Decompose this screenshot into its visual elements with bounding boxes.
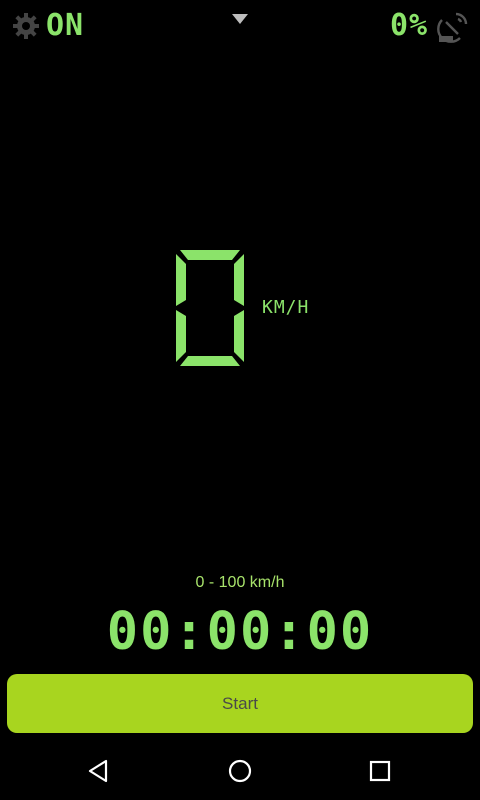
acceleration-timer: 00:00:00 bbox=[106, 602, 374, 662]
gear-icon[interactable] bbox=[12, 12, 40, 40]
nav-home-icon[interactable] bbox=[227, 758, 253, 784]
speed-digit: 0 bbox=[176, 250, 244, 366]
start-button[interactable]: Start bbox=[7, 674, 473, 733]
signal-percent-label: 0% bbox=[390, 8, 429, 43]
system-navigation-bar bbox=[0, 740, 480, 800]
speed-unit-label: KM/H bbox=[262, 297, 310, 318]
acceleration-range-label: 0 - 100 km/h bbox=[195, 574, 285, 591]
nav-back-icon[interactable] bbox=[86, 758, 112, 784]
gps-state-label: ON bbox=[46, 8, 85, 43]
satellite-dish-icon bbox=[437, 12, 468, 43]
chevron-down-icon[interactable] bbox=[232, 14, 248, 24]
nav-recent-icon[interactable] bbox=[367, 758, 393, 784]
top-status-bar: ON 0% bbox=[0, 0, 480, 52]
